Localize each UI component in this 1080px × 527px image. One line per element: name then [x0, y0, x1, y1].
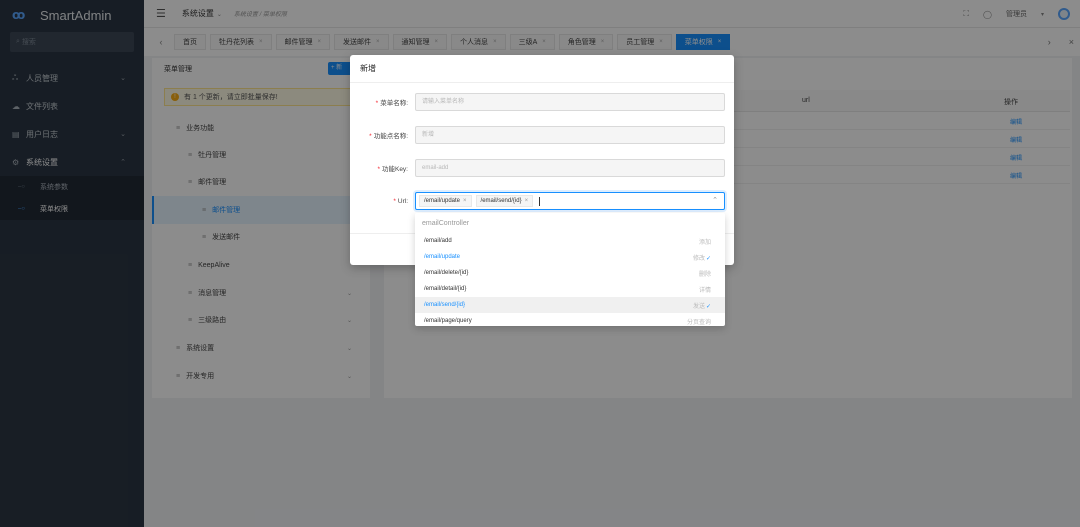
- required-mark: *: [375, 100, 379, 107]
- chip-label: /email/send/{id}: [480, 198, 522, 204]
- form-row-url: * Url: /email/update × /email/send/{id} × ⌃: [350, 192, 734, 210]
- dropdown-option[interactable]: /email/delete/{id} 删除: [415, 265, 725, 281]
- text-caret: [539, 196, 541, 206]
- dropdown-group-title: emailController: [422, 220, 470, 227]
- option-path: /email/send/{id}: [424, 302, 466, 308]
- option-path: /email/add: [424, 238, 452, 244]
- label-text: 菜单名称:: [380, 100, 408, 107]
- dropdown-option-selected[interactable]: /email/send/{id} 发送✓: [415, 297, 725, 313]
- url-chip: /email/send/{id} ×: [475, 195, 534, 207]
- chevron-up-icon[interactable]: ⌃: [712, 196, 718, 204]
- modal-title: 新增: [350, 55, 734, 83]
- url-chip: /email/update ×: [419, 195, 472, 207]
- form-row-func-name: * 功能点名称: 新增: [350, 126, 734, 144]
- close-icon[interactable]: ×: [525, 198, 529, 204]
- url-dropdown: emailController /email/add 添加 /email/upda…: [415, 213, 725, 326]
- required-mark: *: [369, 133, 372, 140]
- option-path: /email/detail/{id}: [424, 286, 467, 292]
- option-desc: 分页查询: [686, 319, 711, 326]
- label-text: Url:: [397, 197, 408, 205]
- dropdown-option[interactable]: /email/add 添加: [415, 233, 725, 249]
- dropdown-option-selected[interactable]: /email/update 修改✓: [415, 249, 725, 265]
- menu-name-input[interactable]: 请输入菜单名称: [415, 93, 725, 111]
- label-text: 功能点名称:: [373, 133, 408, 140]
- url-select[interactable]: /email/update × /email/send/{id} × ⌃: [415, 192, 725, 210]
- func-key-input[interactable]: email-add: [415, 159, 725, 177]
- option-path: /email/update: [424, 254, 461, 260]
- form-row-menu-name: * 菜单名称: 请输入菜单名称: [350, 93, 734, 111]
- required-mark: *: [393, 197, 396, 205]
- option-path: /email/page/query: [424, 318, 472, 324]
- option-desc: 修改: [692, 255, 705, 262]
- option-desc: 发送: [692, 303, 705, 310]
- label-text: 功能Key:: [381, 166, 408, 173]
- option-desc-wrap: 发送✓: [693, 301, 711, 310]
- form-row-func-key: * 功能Key: email-add: [350, 159, 734, 177]
- option-desc: 详情: [698, 287, 711, 294]
- required-mark: *: [377, 166, 380, 173]
- url-label: * Url:: [350, 198, 408, 205]
- func-name-input[interactable]: 新增: [415, 126, 725, 144]
- dropdown-option[interactable]: /email/detail/{id} 详情: [415, 281, 725, 297]
- option-desc: 添加: [698, 239, 711, 246]
- func-name-label: * 功能点名称:: [350, 130, 408, 140]
- func-key-label: * 功能Key:: [350, 163, 408, 173]
- close-icon[interactable]: ×: [463, 198, 467, 204]
- menu-name-label: * 菜单名称:: [350, 97, 408, 107]
- chip-label: /email/update: [424, 198, 461, 204]
- check-icon: ✓: [705, 255, 711, 262]
- option-path: /email/delete/{id}: [424, 270, 469, 276]
- dropdown-option[interactable]: /email/page/query 分页查询: [415, 313, 725, 326]
- option-desc: 删除: [698, 271, 711, 278]
- check-icon: ✓: [705, 303, 711, 310]
- option-desc-wrap: 修改✓: [693, 253, 711, 262]
